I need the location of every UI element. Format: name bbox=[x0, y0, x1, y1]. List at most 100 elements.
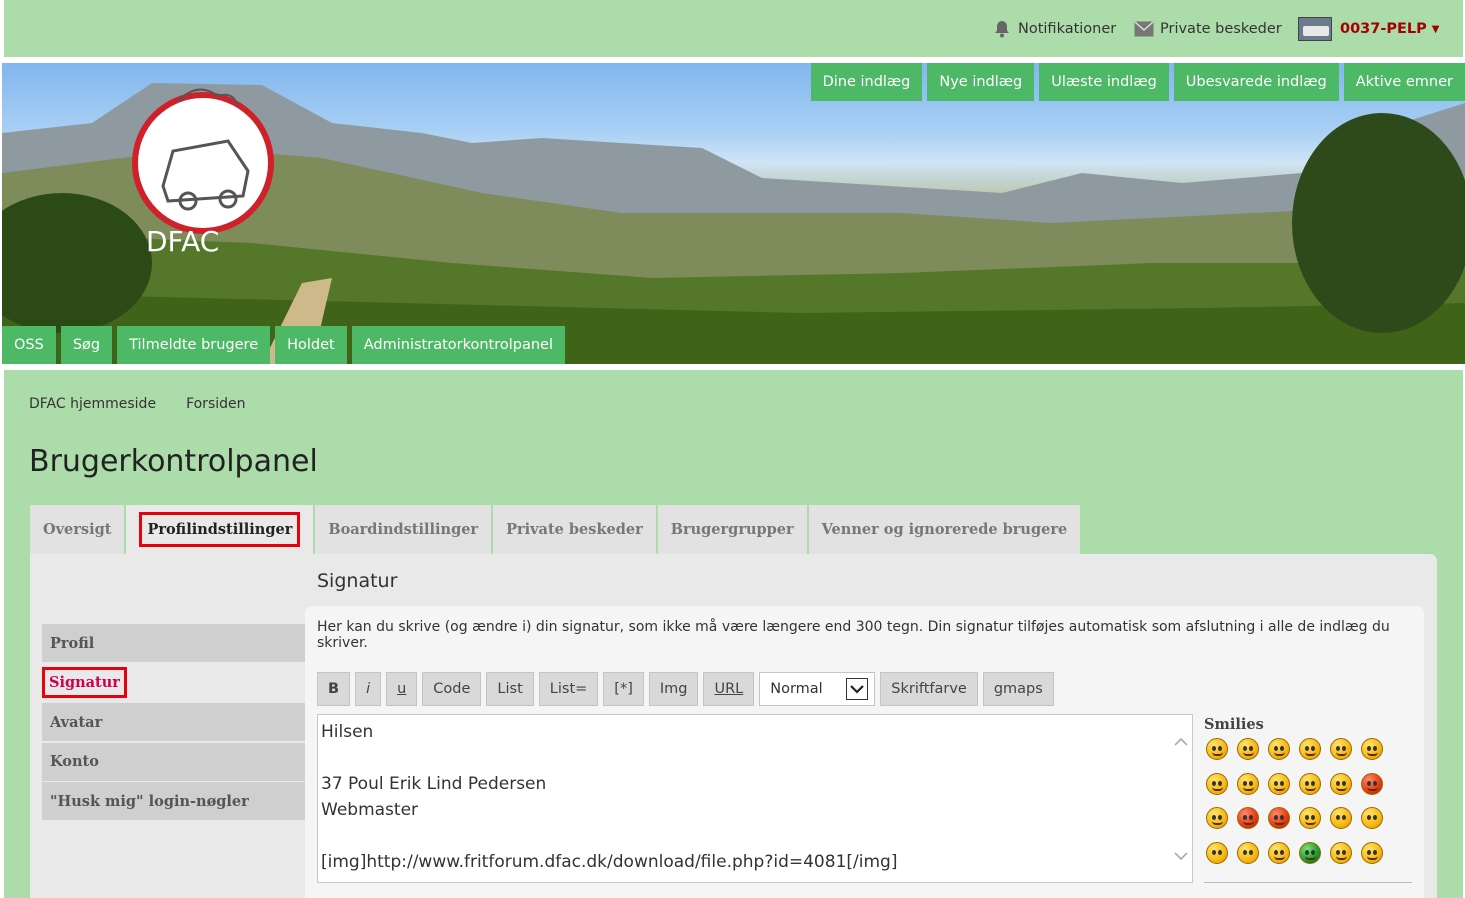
top-bar: Notifikationer Private beskeder 0037-PEL… bbox=[4, 0, 1463, 57]
tab-board-settings[interactable]: Boardindstillinger bbox=[315, 505, 492, 554]
url-button[interactable]: URL bbox=[703, 672, 755, 706]
scroll-down-icon[interactable] bbox=[1172, 847, 1190, 865]
smiley-icon[interactable] bbox=[1361, 772, 1383, 795]
side-item-autologin-keys[interactable]: "Husk mig" login-nøgler bbox=[42, 782, 305, 820]
question-icon[interactable] bbox=[1361, 807, 1383, 829]
nav-members[interactable]: Tilmeldte brugere bbox=[117, 326, 271, 364]
divider bbox=[1204, 881, 1412, 883]
main-area: DFAC hjemmeside Forsiden Brugerkontrolpa… bbox=[4, 370, 1463, 898]
side-menu: Profil Signatur Avatar Konto "Husk mig" … bbox=[42, 624, 305, 822]
nav-new-posts[interactable]: Nye indlæg bbox=[927, 63, 1035, 101]
nav-faq[interactable]: OSS bbox=[2, 326, 56, 364]
nav-your-posts[interactable]: Dine indlæg bbox=[810, 63, 923, 101]
signature-line bbox=[321, 823, 897, 849]
idea-icon[interactable] bbox=[1206, 841, 1228, 864]
breadcrumb: DFAC hjemmeside Forsiden bbox=[29, 396, 246, 412]
signature-textarea[interactable]: Hilsen 37 Poul Erik Lind Pedersen Webmas… bbox=[317, 714, 1193, 883]
private-messages-link[interactable]: Private beskeder bbox=[1134, 18, 1282, 40]
smiley-icon[interactable] bbox=[1330, 841, 1352, 864]
username: 0037-PELP bbox=[1340, 21, 1427, 37]
smiley-icon[interactable] bbox=[1268, 807, 1290, 829]
smiley-icon[interactable] bbox=[1237, 772, 1259, 795]
user-menu[interactable]: 0037-PELP ▼ bbox=[1298, 17, 1440, 41]
font-size-select[interactable]: Normal bbox=[759, 672, 876, 706]
smiley-icon[interactable] bbox=[1206, 738, 1228, 760]
panel-title: Signatur bbox=[317, 570, 398, 592]
nav-active-topics[interactable]: Aktive emner bbox=[1343, 63, 1465, 101]
signature-line: [img]http://www.fritforum.dfac.dk/downlo… bbox=[321, 852, 898, 872]
smiley-icon[interactable] bbox=[1268, 841, 1290, 864]
smiley-icon[interactable] bbox=[1206, 772, 1228, 795]
img-button[interactable]: Img bbox=[648, 672, 699, 706]
underline-button[interactable]: u bbox=[386, 672, 418, 706]
list-button[interactable]: List bbox=[486, 672, 534, 706]
signature-line: Hilsen bbox=[321, 722, 374, 742]
chevron-down-icon bbox=[846, 678, 869, 700]
tab-private-messages[interactable]: Private beskeder bbox=[493, 505, 656, 554]
quick-links-nav: Dine indlæg Nye indlæg Ulæste indlæg Ube… bbox=[806, 63, 1465, 101]
font-size-value: Normal bbox=[770, 681, 823, 697]
logo-text: DFAC bbox=[146, 225, 219, 258]
page-title: Brugerkontrolpanel bbox=[29, 444, 318, 479]
bbcode-toolbar: B i u Code List List= [*] Img URL Normal… bbox=[317, 672, 1059, 706]
nav-admin-panel[interactable]: Administratorkontrolpanel bbox=[351, 326, 565, 364]
smiley-icon[interactable] bbox=[1237, 807, 1259, 829]
ucp-tabs: Oversigt Profilindstillinger Boardindsti… bbox=[30, 505, 1082, 554]
bold-button[interactable]: B bbox=[317, 672, 351, 706]
side-item-account[interactable]: Konto bbox=[42, 742, 305, 781]
scroll-up-icon[interactable] bbox=[1172, 733, 1190, 751]
smiley-icon[interactable] bbox=[1237, 738, 1259, 760]
avatar bbox=[1298, 17, 1332, 41]
code-button[interactable]: Code bbox=[422, 672, 482, 706]
bell-icon bbox=[995, 21, 1009, 38]
ordered-list-button[interactable]: List= bbox=[538, 672, 599, 706]
list-item-button[interactable]: [*] bbox=[603, 672, 644, 706]
notifications-link[interactable]: Notifikationer bbox=[992, 18, 1116, 40]
smiley-icon[interactable] bbox=[1268, 772, 1290, 795]
caret-down-icon: ▼ bbox=[1431, 23, 1440, 35]
breadcrumb-index[interactable]: Forsiden bbox=[186, 396, 245, 412]
ucp-panel: Signatur Profil Signatur Avatar Konto "H… bbox=[30, 554, 1437, 898]
dfac-logo-icon: DFAC bbox=[132, 88, 274, 258]
smiley-icon[interactable] bbox=[1299, 772, 1321, 795]
exclamation-icon[interactable] bbox=[1330, 807, 1352, 829]
smiley-icon[interactable] bbox=[1361, 738, 1383, 760]
tab-profile-settings-label: Profilindstillinger bbox=[139, 512, 301, 547]
side-item-signature[interactable]: Signatur bbox=[42, 663, 305, 702]
messages-label: Private beskeder bbox=[1160, 21, 1282, 37]
signature-text: Hilsen 37 Poul Erik Lind Pedersen Webmas… bbox=[321, 719, 897, 875]
breadcrumb-home[interactable]: DFAC hjemmeside bbox=[29, 396, 156, 412]
side-item-avatar[interactable]: Avatar bbox=[42, 703, 305, 741]
textarea-scrollbar[interactable] bbox=[1172, 715, 1190, 882]
envelope-icon bbox=[1134, 21, 1154, 37]
side-item-signature-label: Signatur bbox=[42, 667, 127, 698]
italic-button[interactable]: i bbox=[355, 672, 382, 706]
nav-unanswered-posts[interactable]: Ubesvarede indlæg bbox=[1173, 63, 1339, 101]
smiley-icon[interactable] bbox=[1299, 738, 1321, 760]
smiley-icon[interactable] bbox=[1330, 772, 1352, 795]
nav-unread-posts[interactable]: Ulæste indlæg bbox=[1039, 63, 1169, 101]
smiley-icon[interactable] bbox=[1299, 807, 1321, 829]
smiley-icon[interactable] bbox=[1330, 738, 1352, 760]
smiley-icon[interactable] bbox=[1299, 841, 1321, 864]
tab-friends-foes[interactable]: Venner og ignorerede brugere bbox=[808, 505, 1081, 554]
font-color-button[interactable]: Skriftfarve bbox=[880, 672, 978, 706]
signature-description: Her kan du skrive (og ændre i) din signa… bbox=[317, 619, 1390, 651]
smilies-panel: Smilies bbox=[1204, 716, 1412, 883]
nav-search[interactable]: Søg bbox=[60, 326, 113, 364]
nav-team[interactable]: Holdet bbox=[275, 326, 347, 364]
main-nav: OSS Søg Tilmeldte brugere Holdet Adminis… bbox=[2, 326, 570, 364]
tab-profile-settings[interactable]: Profilindstillinger bbox=[126, 505, 314, 554]
gmaps-button[interactable]: gmaps bbox=[982, 672, 1054, 706]
tab-usergroups[interactable]: Brugergrupper bbox=[657, 505, 807, 554]
arrow-icon[interactable] bbox=[1237, 841, 1259, 864]
signature-line bbox=[321, 745, 897, 771]
smiley-icon[interactable] bbox=[1268, 738, 1290, 760]
smiley-icon[interactable] bbox=[1206, 807, 1228, 829]
side-item-profile[interactable]: Profil bbox=[42, 624, 305, 662]
notifications-label: Notifikationer bbox=[1018, 21, 1117, 37]
signature-line: 37 Poul Erik Lind Pedersen bbox=[321, 774, 547, 794]
tab-overview[interactable]: Oversigt bbox=[30, 505, 125, 554]
header-banner: DFAC Dine indlæg Nye indlæg Ulæste indlæ… bbox=[2, 63, 1465, 364]
smiley-icon[interactable] bbox=[1361, 841, 1383, 864]
